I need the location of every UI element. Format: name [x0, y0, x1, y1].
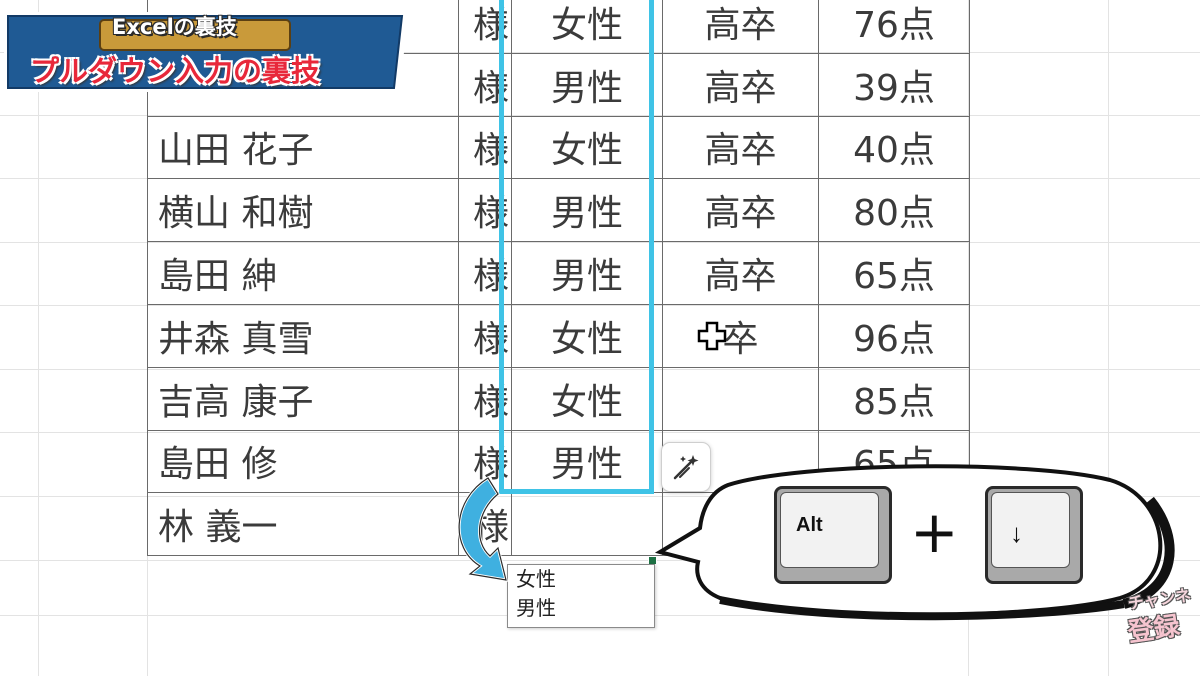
- down-arrow-key: [985, 486, 1083, 584]
- dropdown-option[interactable]: 男性: [508, 594, 654, 623]
- score-cell[interactable]: 96点: [818, 303, 970, 368]
- banner-subtitle: Excelの裏技: [112, 15, 237, 39]
- gender-column-highlight: [499, 0, 654, 494]
- dropdown-option[interactable]: 女性: [508, 565, 654, 594]
- name-cell[interactable]: 島田 修: [147, 429, 459, 494]
- education-cell[interactable]: 高卒: [662, 0, 819, 54]
- name-cell[interactable]: 林 義一: [147, 492, 459, 557]
- quick-analysis-button[interactable]: [661, 442, 711, 492]
- plus-sign: +: [910, 498, 959, 566]
- name-cell[interactable]: 井森 真雪: [147, 303, 459, 368]
- education-cell[interactable]: 高卒: [662, 115, 819, 180]
- name-cell[interactable]: 横山 和樹: [147, 178, 459, 243]
- dropdown-list[interactable]: 女性 男性: [507, 564, 655, 628]
- score-cell[interactable]: 80点: [818, 178, 970, 243]
- score-cell[interactable]: 65点: [818, 429, 970, 494]
- education-cell[interactable]: 卒: [662, 303, 819, 368]
- name-cell[interactable]: 吉高 康子: [147, 366, 459, 431]
- education-cell[interactable]: [662, 366, 819, 431]
- name-cell[interactable]: 山田 花子: [147, 115, 459, 180]
- active-cell[interactable]: [507, 500, 654, 564]
- score-cell[interactable]: 76点: [818, 0, 970, 54]
- score-cell[interactable]: 85点: [818, 366, 970, 431]
- subscribe-stamp: チャンネル 登録: [1120, 581, 1198, 650]
- education-cell[interactable]: 高卒: [662, 52, 819, 117]
- subscribe-bottom-text: 登録: [1126, 611, 1182, 649]
- alt-key: [774, 486, 892, 584]
- education-cell[interactable]: 高卒: [662, 241, 819, 305]
- name-cell[interactable]: 島田 紳: [147, 241, 459, 305]
- banner-title: プルダウン入力の裏技: [30, 54, 321, 88]
- score-cell[interactable]: 39点: [818, 52, 970, 117]
- down-arrow-key-label: ↓: [1010, 518, 1023, 548]
- score-cell[interactable]: 40点: [818, 115, 970, 180]
- suffix-cell[interactable]: 様: [458, 492, 512, 557]
- score-cell[interactable]: 65点: [818, 241, 970, 305]
- cross-cursor-icon: [697, 321, 727, 351]
- sparkle-icon: [673, 455, 699, 480]
- education-cell[interactable]: 高卒: [662, 178, 819, 243]
- alt-key-label: Alt: [796, 514, 823, 536]
